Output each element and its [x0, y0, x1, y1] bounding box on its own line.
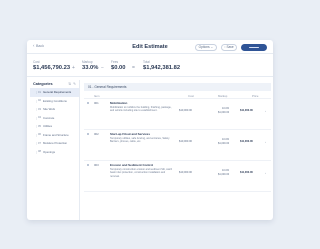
sidebar-item-general-requirements[interactable]: ⋮ 01 General Requirements	[30, 88, 79, 97]
fees-label: Fees	[111, 60, 119, 64]
chevron-down-icon: ⌄	[210, 45, 214, 49]
column-headers: Item Cost Markup Price	[84, 91, 271, 99]
item-markup-percent: 10.0%	[222, 168, 230, 172]
item-price: $11,000.00	[240, 140, 253, 143]
estimate-window: ‹ Back Edit Estimate Options ⌄ ▫ Save Co…	[27, 40, 273, 220]
category-label: Frame and Structure	[43, 132, 69, 137]
fees-value: $0.00	[111, 65, 126, 71]
category-label: Moisture Protection	[43, 141, 68, 146]
item-markup-amount: $1,000.00	[218, 110, 230, 114]
item-markup-amount: $1,000.00	[218, 172, 230, 176]
line-items-panel: 01 - General Requirements Item Cost Mark…	[84, 83, 271, 220]
chevron-right-icon[interactable]: ›	[265, 109, 266, 113]
options-button[interactable]: Options ⌄	[195, 43, 217, 51]
options-label: Options	[198, 45, 210, 49]
column-cost: Cost	[188, 93, 194, 98]
item-description: Temporary utilities, safe fencing, and e…	[110, 137, 170, 144]
item-description: Mobilization to mobilize the building, f…	[110, 106, 172, 113]
save-button[interactable]: ▫ Save	[221, 43, 237, 51]
grand-total: Total $1,942,381.82	[143, 60, 180, 71]
item-markup-percent: 10.0%	[222, 137, 230, 141]
table-row[interactable]: 002 Start-up Fitout and Services Tempora…	[84, 130, 271, 161]
category-label: Existing Conditions	[43, 98, 67, 103]
category-label: General Requirements	[43, 90, 72, 95]
item-code: 003	[94, 163, 99, 168]
edit-icon[interactable]: ✎	[73, 82, 76, 86]
row-checkbox[interactable]	[87, 133, 90, 136]
cost-value: $1,456,790.23	[33, 65, 71, 71]
sidebar-item-moisture-protection[interactable]: ⋮ 07 Moisture Protection	[30, 139, 79, 148]
chevron-right-icon[interactable]: ›	[265, 171, 266, 175]
cost-total: Cost $1,456,790.23	[33, 60, 70, 71]
category-label: Site Work	[43, 107, 56, 112]
item-markup-percent: 10.0%	[222, 106, 230, 110]
item-name: Start-up Fitout and Services	[110, 132, 151, 137]
primary-action-placeholder	[249, 46, 259, 48]
sidebar-item-openings[interactable]: ⋮ 08 Openings	[30, 148, 79, 157]
column-markup: Markup	[218, 93, 228, 98]
sidebar-item-site-work[interactable]: ⋮ 03 Site Work	[30, 105, 79, 114]
row-checkbox[interactable]	[87, 102, 90, 105]
totals-bar: Cost $1,456,790.23 + Markup 33.0% − Fees…	[27, 55, 273, 77]
chevron-right-icon[interactable]: ›	[265, 140, 266, 144]
top-bar: ‹ Back Edit Estimate Options ⌄ ▫ Save	[27, 40, 273, 54]
primary-action-button[interactable]	[241, 43, 267, 51]
plus-operator: +	[72, 65, 75, 71]
total-label: Total	[143, 60, 150, 64]
save-icon: ▫	[224, 45, 226, 49]
sort-icon[interactable]: ⇅	[68, 82, 71, 86]
sidebar-item-existing-conditions[interactable]: ⋮ 02 Existing Conditions	[30, 97, 79, 106]
categories-header: Categories ⇅ ✎	[30, 80, 79, 88]
equals-operator: =	[132, 65, 135, 71]
item-name: Mobilization	[110, 101, 128, 106]
save-label: Save	[226, 45, 234, 49]
cost-label: Cost	[33, 60, 40, 64]
item-cost: $10,000.00	[179, 140, 192, 143]
item-cost: $10,000.00	[179, 109, 192, 112]
row-checkbox[interactable]	[87, 164, 90, 167]
category-label: Utilities	[43, 124, 53, 129]
markup-label: Markup	[82, 60, 93, 64]
categories-title: Categories	[33, 82, 53, 86]
item-code: 001	[94, 101, 99, 106]
table-row[interactable]: 003 Erosion and Sediment Control Tempora…	[84, 161, 271, 192]
sidebar-item-concrete[interactable]: ⋮ 04 Concrete	[30, 114, 79, 123]
markup-value: 33.0%	[82, 65, 99, 71]
column-item: Item	[94, 93, 100, 98]
item-code: 002	[94, 132, 99, 137]
category-label: Concrete	[43, 115, 55, 120]
item-name: Erosion and Sediment Control	[110, 163, 154, 168]
sidebar-item-utilities[interactable]: ⋮ 05 Utilities	[30, 122, 79, 131]
table-row[interactable]: 001 Mobilization Mobilization to mobiliz…	[84, 99, 271, 130]
item-price: $11,000.00	[240, 109, 253, 112]
total-value: $1,942,381.82	[143, 65, 181, 71]
item-description: Temporary construction erosion and sedim…	[110, 168, 173, 178]
categories-sidebar: Categories ⇅ ✎ ⋮ 01 General Requirements…	[30, 80, 80, 220]
section-title: 01 - General Requirements	[84, 83, 271, 91]
item-cost: $10,000.00	[179, 171, 192, 174]
fees-total: Fees $0.00	[111, 60, 126, 71]
sidebar-item-frame-and-structure[interactable]: ⋮ 06 Frame and Structure	[30, 131, 79, 140]
minus-operator: −	[101, 65, 104, 71]
item-markup-amount: $1,000.00	[218, 141, 230, 145]
column-price: Price	[252, 93, 259, 98]
item-price: $11,000.00	[240, 171, 253, 174]
markup-total: Markup 33.0%	[82, 60, 98, 71]
category-label: Openings	[43, 149, 55, 154]
